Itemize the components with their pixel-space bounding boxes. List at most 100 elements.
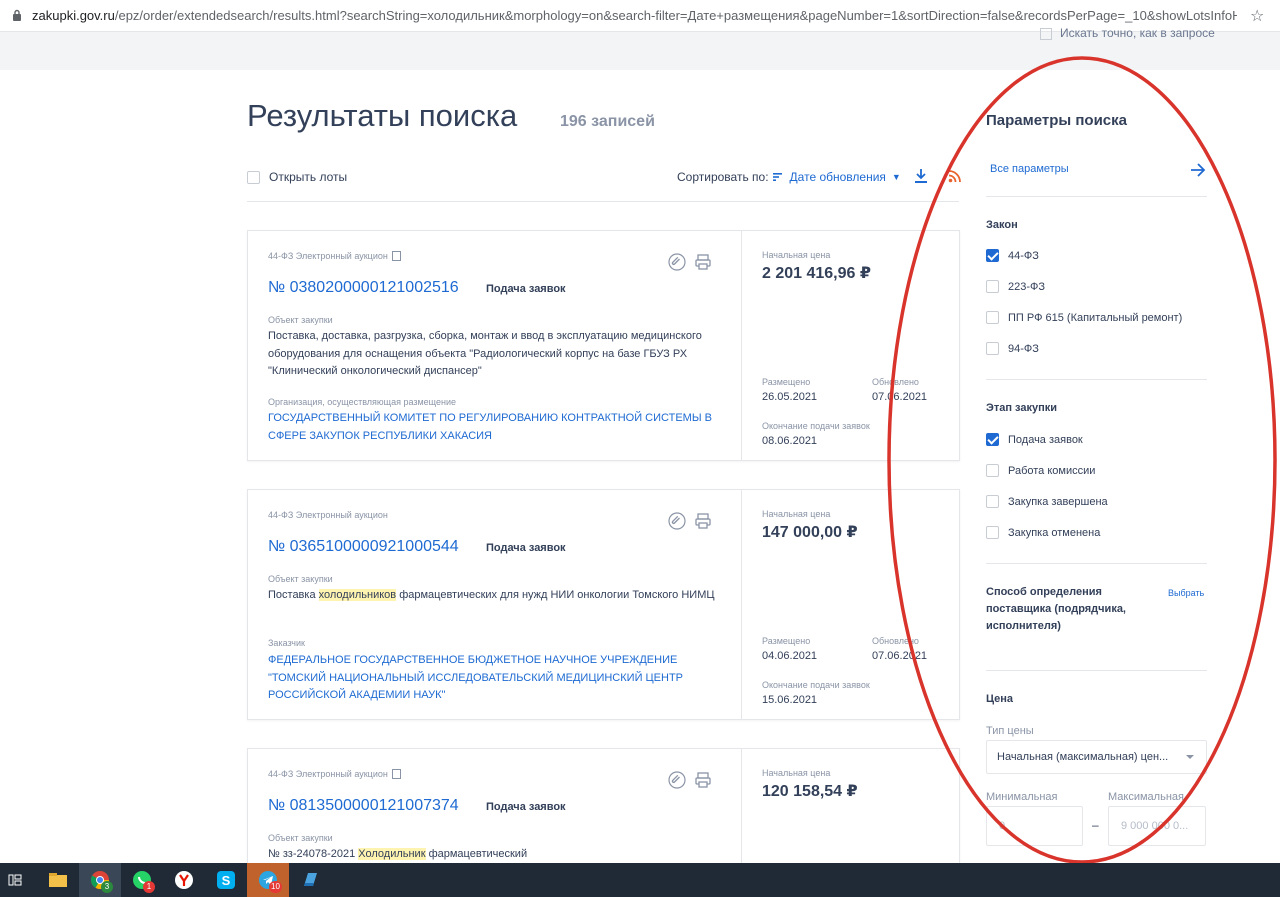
law-option-pp615[interactable]: ПП РФ 615 (Капитальный ремонт)	[986, 311, 1182, 324]
placed-date: 26.05.2021	[762, 391, 818, 403]
updated-date: 07.06.2021	[872, 391, 928, 403]
chevron-down-icon[interactable]: ▼	[892, 172, 901, 182]
divider	[247, 201, 959, 202]
copy-icon[interactable]	[391, 251, 401, 261]
price-value: 2 201 416,96 ₽	[762, 265, 871, 282]
sort-label: Сортировать по:	[677, 170, 769, 184]
chrome-icon[interactable]: 3	[79, 863, 121, 897]
price-label: Начальная цена	[762, 509, 831, 519]
sidebar-title: Параметры поиска	[986, 112, 1127, 129]
all-params-link[interactable]: Все параметры	[990, 163, 1069, 175]
price-type-select[interactable]: Начальная (максимальная) цен...	[986, 740, 1207, 774]
stage-option-commission[interactable]: Работа комиссии	[986, 464, 1095, 477]
min-price-input[interactable]: 0	[986, 806, 1083, 846]
price-value: 120 158,54 ₽	[762, 783, 858, 800]
sort-icon	[772, 173, 782, 181]
stage-option-applications[interactable]: Подача заявок	[986, 433, 1083, 446]
purchase-number-link[interactable]: № 0380200000121002516	[268, 279, 459, 297]
law-option-44fz[interactable]: 44-ФЗ	[986, 249, 1039, 262]
stage-option-completed[interactable]: Закупка завершена	[986, 495, 1108, 508]
checkbox-box[interactable]	[986, 311, 999, 324]
checkbox-box[interactable]	[986, 526, 999, 539]
telegram-icon[interactable]: 10	[247, 863, 289, 897]
copy-icon[interactable]	[391, 769, 401, 779]
chevron-down-icon	[1186, 755, 1194, 759]
object-text: Поставка холодильников фармацевтических …	[268, 589, 715, 601]
object-text: № зз-24078-2021 Холодильник фармацевтиче…	[268, 848, 528, 860]
url-text[interactable]: zakupki.gov.ru/epz/order/extendedsearch/…	[32, 8, 1237, 23]
windows-taskbar: 3 1 S 10	[0, 863, 1280, 897]
checkbox-box[interactable]	[986, 280, 999, 293]
customer-label: Заказчик	[268, 638, 305, 648]
range-dash: –	[1092, 818, 1099, 832]
whatsapp-icon[interactable]: 1	[121, 863, 163, 897]
price-value: 147 000,00 ₽	[762, 524, 858, 541]
purchase-number-link[interactable]: № 0365100000921000544	[268, 538, 459, 556]
stage-badge: Подача заявок	[486, 283, 566, 295]
min-price-label: Минимальная	[986, 791, 1058, 803]
open-lots-checkbox[interactable]: Открыть лоты	[247, 170, 347, 184]
skype-icon[interactable]: S	[205, 863, 247, 897]
object-label: Объект закупки	[268, 833, 333, 843]
divider	[986, 379, 1207, 380]
price-type-label: Тип цены	[986, 725, 1034, 737]
divider	[986, 196, 1207, 197]
stage-badge: Подача заявок	[486, 801, 566, 813]
checkbox-box[interactable]	[986, 342, 999, 355]
stage-option-cancelled[interactable]: Закупка отменена	[986, 526, 1100, 539]
attach-icon[interactable]	[668, 771, 686, 789]
checkbox-box[interactable]	[247, 170, 260, 184]
checkbox-box[interactable]	[986, 433, 999, 446]
customer-link[interactable]: ФЕДЕРАЛЬНОЕ ГОСУДАРСТВЕННОЕ БЮДЖЕТНОЕ НА…	[268, 652, 718, 705]
print-icon[interactable]	[694, 253, 712, 271]
divider	[986, 563, 1207, 564]
max-price-input[interactable]: 9 000 000 0...	[1108, 806, 1206, 846]
file-explorer-icon[interactable]	[37, 863, 79, 897]
search-highlight: Холодильник	[358, 848, 426, 860]
stage-badge: Подача заявок	[486, 542, 566, 554]
print-icon[interactable]	[694, 771, 712, 789]
organization-link[interactable]: ГОСУДАРСТВЕННЫЙ КОМИТЕТ ПО РЕГУЛИРОВАНИЮ…	[268, 410, 718, 445]
max-price-label: Максимальная	[1108, 791, 1184, 803]
rss-icon[interactable]	[948, 170, 961, 183]
placed-date: 04.06.2021	[762, 650, 818, 662]
bookmark-star-icon[interactable]: ☆	[1250, 6, 1264, 26]
method-choose-link[interactable]: Выбрать	[1168, 588, 1204, 598]
checkbox-box[interactable]	[986, 495, 999, 508]
checkbox-box[interactable]	[986, 249, 999, 262]
sort-control[interactable]: Сортировать по: Дате обновления ▼	[677, 170, 901, 184]
price-label: Начальная цена	[762, 250, 831, 260]
page-title: Результаты поиска	[247, 98, 518, 133]
method-section-title: Способ определения поставщика (подрядчик…	[986, 586, 1126, 632]
search-highlight: холодильников	[318, 589, 397, 601]
purchase-card: 44-ФЗ Электронный аукцион № 036510000092…	[247, 489, 960, 720]
attach-icon[interactable]	[668, 253, 686, 271]
law-type: 44-ФЗ Электронный аукцион	[268, 251, 401, 261]
object-text: Поставка, доставка, разгрузка, сборка, м…	[268, 330, 702, 377]
divider	[986, 670, 1207, 671]
yandex-browser-icon[interactable]	[163, 863, 205, 897]
price-label: Начальная цена	[762, 768, 831, 778]
object-label: Объект закупки	[268, 315, 333, 325]
deadline-label: Окончание подачи заявок	[762, 421, 870, 431]
app-icon[interactable]	[289, 863, 331, 897]
law-option-94fz[interactable]: 94-ФЗ	[986, 342, 1039, 355]
organization-label: Организация, осуществляющая размещение	[268, 397, 456, 407]
law-type: 44-ФЗ Электронный аукцион	[268, 769, 401, 779]
print-icon[interactable]	[694, 512, 712, 530]
law-option-223fz[interactable]: 223-ФЗ	[986, 280, 1045, 293]
exact-search-option[interactable]: Искать точно, как в запросе	[1040, 26, 1215, 40]
purchase-card: 44-ФЗ Электронный аукцион № 038020000012…	[247, 230, 960, 461]
results-count: 196 записей	[560, 113, 655, 130]
updated-label: Обновлено	[872, 636, 919, 646]
download-icon[interactable]	[914, 168, 928, 184]
checkbox-box[interactable]	[986, 464, 999, 477]
purchase-number-link[interactable]: № 0813500000121007374	[268, 797, 459, 815]
task-view-icon[interactable]	[0, 863, 30, 897]
deadline-label: Окончание подачи заявок	[762, 680, 870, 690]
sort-value[interactable]: Дате обновления	[790, 170, 886, 184]
attach-icon[interactable]	[668, 512, 686, 530]
arrow-right-icon[interactable]	[1190, 161, 1206, 179]
top-filter-band: Искать точно, как в запросе	[0, 26, 1280, 70]
law-type: 44-ФЗ Электронный аукцион	[268, 510, 388, 520]
